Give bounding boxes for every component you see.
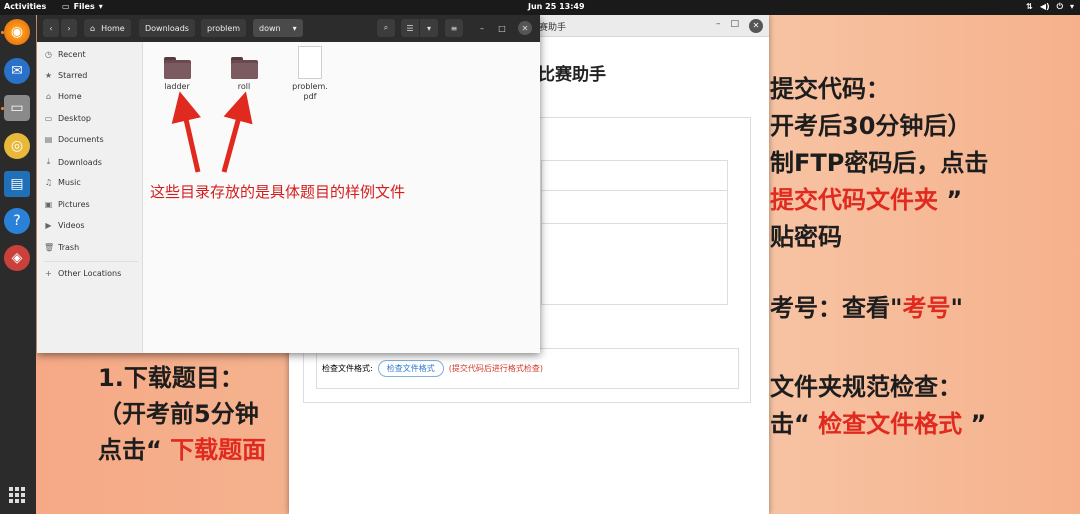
- top-bar: Activities ▭ Files ▾ Jun 25 13:49 ⇅ ◀) ⏻…: [0, 0, 1080, 15]
- chevron-down-icon: ▾: [98, 2, 103, 11]
- chevron-down-icon: ▾: [1069, 2, 1074, 11]
- files-app-icon: ▭: [62, 2, 70, 11]
- network-icon: ⇅: [1026, 2, 1033, 11]
- annotation-arrows: [171, 91, 253, 173]
- app-name: Files: [73, 2, 95, 11]
- arrow-to-roll: [221, 91, 253, 173]
- system-status[interactable]: ⇅ ◀) ⏻ ▾: [1026, 2, 1074, 12]
- activities-button[interactable]: Activities: [4, 2, 46, 11]
- clock[interactable]: Jun 25 13:49: [528, 2, 585, 11]
- power-icon: ⏻: [1056, 2, 1063, 11]
- volume-icon: ◀): [1039, 2, 1050, 11]
- app-menu[interactable]: ▭ Files ▾: [62, 2, 103, 11]
- arrow-to-ladder: [171, 91, 201, 173]
- annotation-text: 这些目录存放的是具体题目的样例文件: [150, 183, 406, 201]
